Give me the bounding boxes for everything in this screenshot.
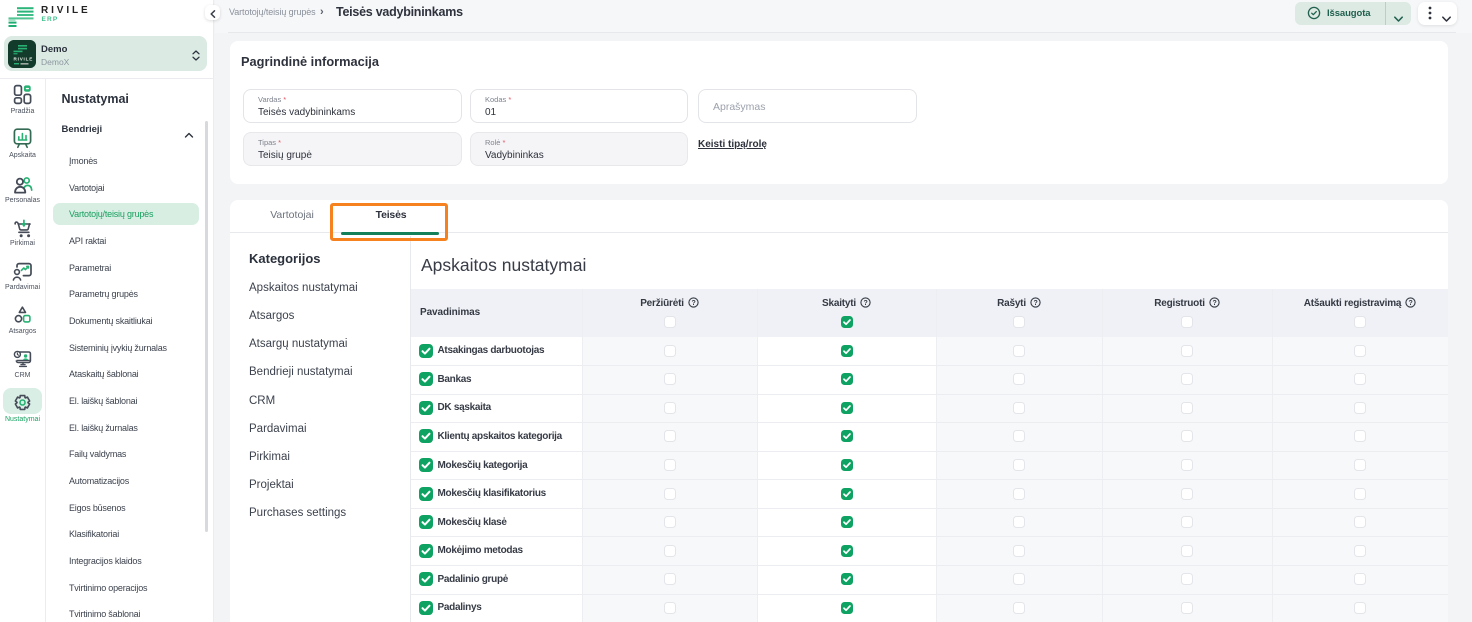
svg-text:?: ?: [691, 300, 695, 307]
svg-text:?: ?: [863, 300, 867, 307]
svg-text:?: ?: [1212, 300, 1216, 307]
svg-text:?: ?: [1033, 300, 1037, 307]
svg-text:?: ?: [1409, 300, 1413, 307]
svg-text:RIVILE: RIVILE: [14, 57, 34, 62]
